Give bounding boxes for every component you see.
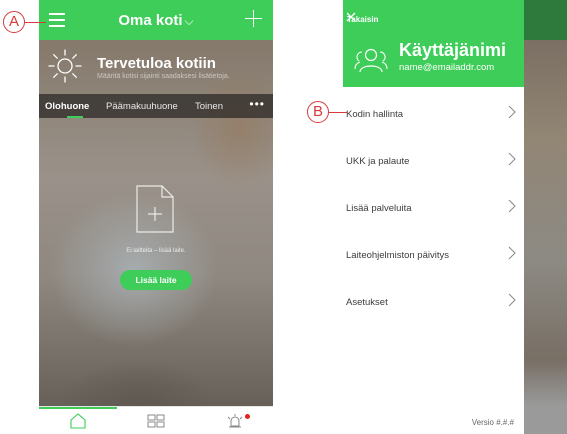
drawer-header: Takaisin Käyttäjänimi name@emailaddr.com — [343, 0, 524, 87]
menu-item-ukk[interactable]: UKK ja palaute — [343, 137, 524, 184]
alarm-icon — [227, 414, 243, 428]
add-device-file-icon[interactable] — [136, 185, 174, 233]
nav-active-indicator — [39, 407, 117, 409]
home-title: Oma koti — [118, 12, 183, 29]
menu-item-label: Kodin hallinta — [346, 109, 404, 120]
user-email: name@emailaddr.com — [399, 62, 495, 73]
alarm-notification-dot — [245, 414, 250, 419]
nav-devices[interactable] — [117, 407, 195, 434]
side-drawer: Takaisin Käyttäjänimi name@emailaddr.com… — [343, 0, 524, 434]
drawer-screen: Takaisin Käyttäjänimi name@emailaddr.com… — [343, 0, 567, 434]
tab-paamakuuhuone[interactable]: Päämakuuhuone — [106, 101, 178, 112]
empty-state-text: Ei laitteita – lisää laite. — [126, 248, 186, 254]
back-link[interactable]: Takaisin — [347, 15, 378, 24]
bottom-nav — [39, 406, 273, 434]
callout-b-line — [329, 112, 347, 113]
chevron-right-icon — [508, 105, 516, 119]
menu-item-kodin-hallinta[interactable]: Kodin hallinta — [343, 90, 524, 137]
welcome-subtitle: Määritä kotisi sijainti saadaksesi lisät… — [97, 73, 230, 80]
home-icon — [70, 413, 86, 429]
sun-icon — [48, 49, 82, 83]
active-tab-indicator — [67, 116, 83, 118]
menu-item-label: Laiteohjelmiston päivitys — [346, 250, 449, 261]
version-label: Versio #.#.# — [471, 418, 514, 427]
callout-b: B — [307, 101, 329, 123]
home-screen: Oma koti ⌵ Tervetuloa kotiin Määritä koti… — [39, 0, 273, 434]
menu-item-label: Asetukset — [346, 297, 388, 308]
menu-item-label: UKK ja palaute — [346, 156, 410, 167]
add-icon[interactable] — [244, 8, 264, 28]
welcome-title: Tervetuloa kotiin — [97, 55, 216, 72]
tab-toinen[interactable]: Toinen — [195, 101, 223, 112]
nav-home[interactable] — [39, 407, 117, 434]
dimmed-background[interactable] — [524, 0, 567, 434]
nav-alarms[interactable] — [195, 407, 273, 434]
menu-item-laiteohjelmisto[interactable]: Laiteohjelmiston päivitys — [343, 231, 524, 278]
top-bar: Oma koti ⌵ — [39, 0, 273, 40]
grid-icon — [147, 414, 165, 428]
room-tabs: Olohuone Päämakuuhuone Toinen ••• — [39, 94, 273, 118]
tab-olohuone[interactable]: Olohuone — [45, 101, 89, 112]
menu-item-label: Lisää palveluita — [346, 203, 412, 214]
username: Käyttäjänimi — [399, 40, 507, 60]
chevron-down-icon: ⌵ — [184, 14, 194, 28]
more-icon[interactable]: ••• — [249, 97, 265, 111]
callout-a-line — [25, 22, 46, 23]
menu-item-lisaa-palveluita[interactable]: Lisää palveluita — [343, 184, 524, 231]
add-device-button[interactable]: Lisää laite — [120, 270, 192, 290]
callout-a: A — [3, 11, 25, 33]
welcome-banner[interactable]: Tervetuloa kotiin Määritä kotisi sijaint… — [39, 40, 273, 94]
menu-item-asetukset[interactable]: Asetukset — [343, 278, 524, 325]
chevron-right-icon — [508, 246, 516, 260]
home-selector[interactable]: Oma koti ⌵ — [39, 12, 273, 29]
chevron-right-icon — [508, 152, 516, 166]
chevron-right-icon — [508, 293, 516, 307]
user-icon — [354, 48, 388, 73]
chevron-right-icon — [508, 199, 516, 213]
